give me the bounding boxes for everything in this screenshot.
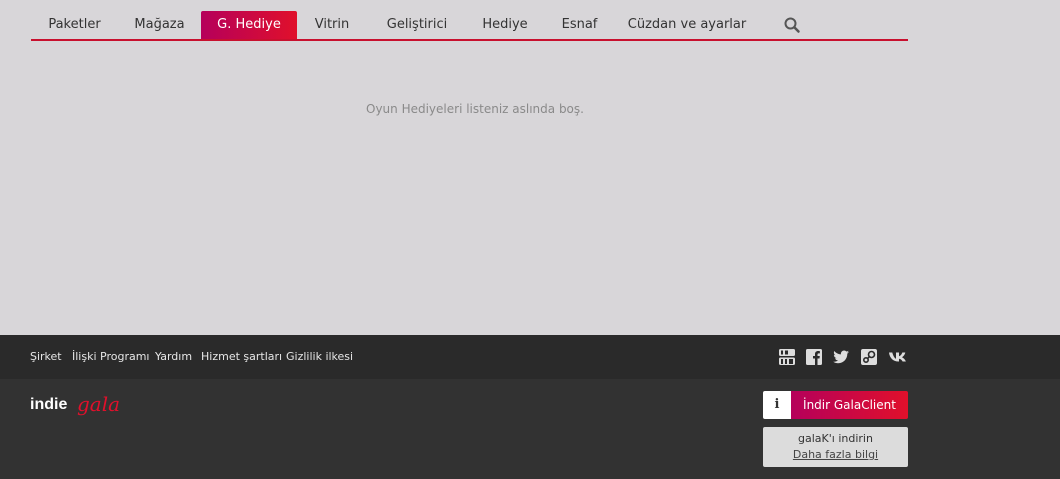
- footer-link-sirket[interactable]: Şirket: [30, 350, 62, 363]
- nav-item-esnaf[interactable]: Esnaf: [543, 11, 616, 39]
- steam-icon[interactable]: [860, 348, 878, 366]
- logo-text-gala: gala: [77, 392, 120, 416]
- footer-link-iliski-programi[interactable]: İlişki Programı: [72, 350, 149, 363]
- nav-item-cuzdan[interactable]: Cüzdan ve ayarlar: [616, 11, 758, 39]
- logo-text-indie: indie: [30, 396, 67, 413]
- footer-link-yardim[interactable]: Yardım: [155, 350, 192, 363]
- nav-item-magaza[interactable]: Mağaza: [118, 11, 201, 39]
- facebook-icon[interactable]: [805, 348, 823, 366]
- vk-icon[interactable]: [888, 348, 910, 366]
- nav-item-vitrin[interactable]: Vitrin: [297, 11, 367, 39]
- nav-item-gelistirici[interactable]: Geliştirici: [367, 11, 467, 39]
- info-icon[interactable]: i: [763, 391, 791, 419]
- galak-download-title: galaK'ı indirin: [798, 432, 873, 445]
- footer-link-gizlilik-ilkesi[interactable]: Gizlilik ilkesi: [286, 350, 353, 363]
- indiegala-logo[interactable]: indie gala: [30, 389, 130, 421]
- galak-info-box: galaK'ı indirin Daha fazla bilgi: [763, 427, 908, 467]
- nav-item-paketler[interactable]: Paketler: [31, 11, 118, 39]
- nav-item-hediye[interactable]: Hediye: [467, 11, 543, 39]
- download-galaclient-button[interactable]: i İndir GalaClient: [763, 391, 908, 419]
- twitter-icon[interactable]: [832, 348, 850, 366]
- empty-list-message: Oyun Hediyeleri listeniz aslında boş.: [366, 102, 584, 116]
- search-icon[interactable]: [783, 16, 801, 34]
- youtube-icon[interactable]: [778, 348, 796, 366]
- more-info-link[interactable]: Daha fazla bilgi: [763, 448, 908, 461]
- main-nav: Paketler Mağaza G. Hediye Vitrin Gelişti…: [31, 11, 908, 41]
- nav-item-g-hediye[interactable]: G. Hediye: [201, 11, 297, 39]
- footer-link-hizmet-sartlari[interactable]: Hizmet şartları: [201, 350, 282, 363]
- footer-bottom: indie gala i İndir GalaClient galaK'ı in…: [0, 379, 1060, 479]
- download-button-label[interactable]: İndir GalaClient: [791, 391, 908, 419]
- footer-links-bar: Şirket İlişki Programı Yardım Hizmet şar…: [0, 335, 1060, 379]
